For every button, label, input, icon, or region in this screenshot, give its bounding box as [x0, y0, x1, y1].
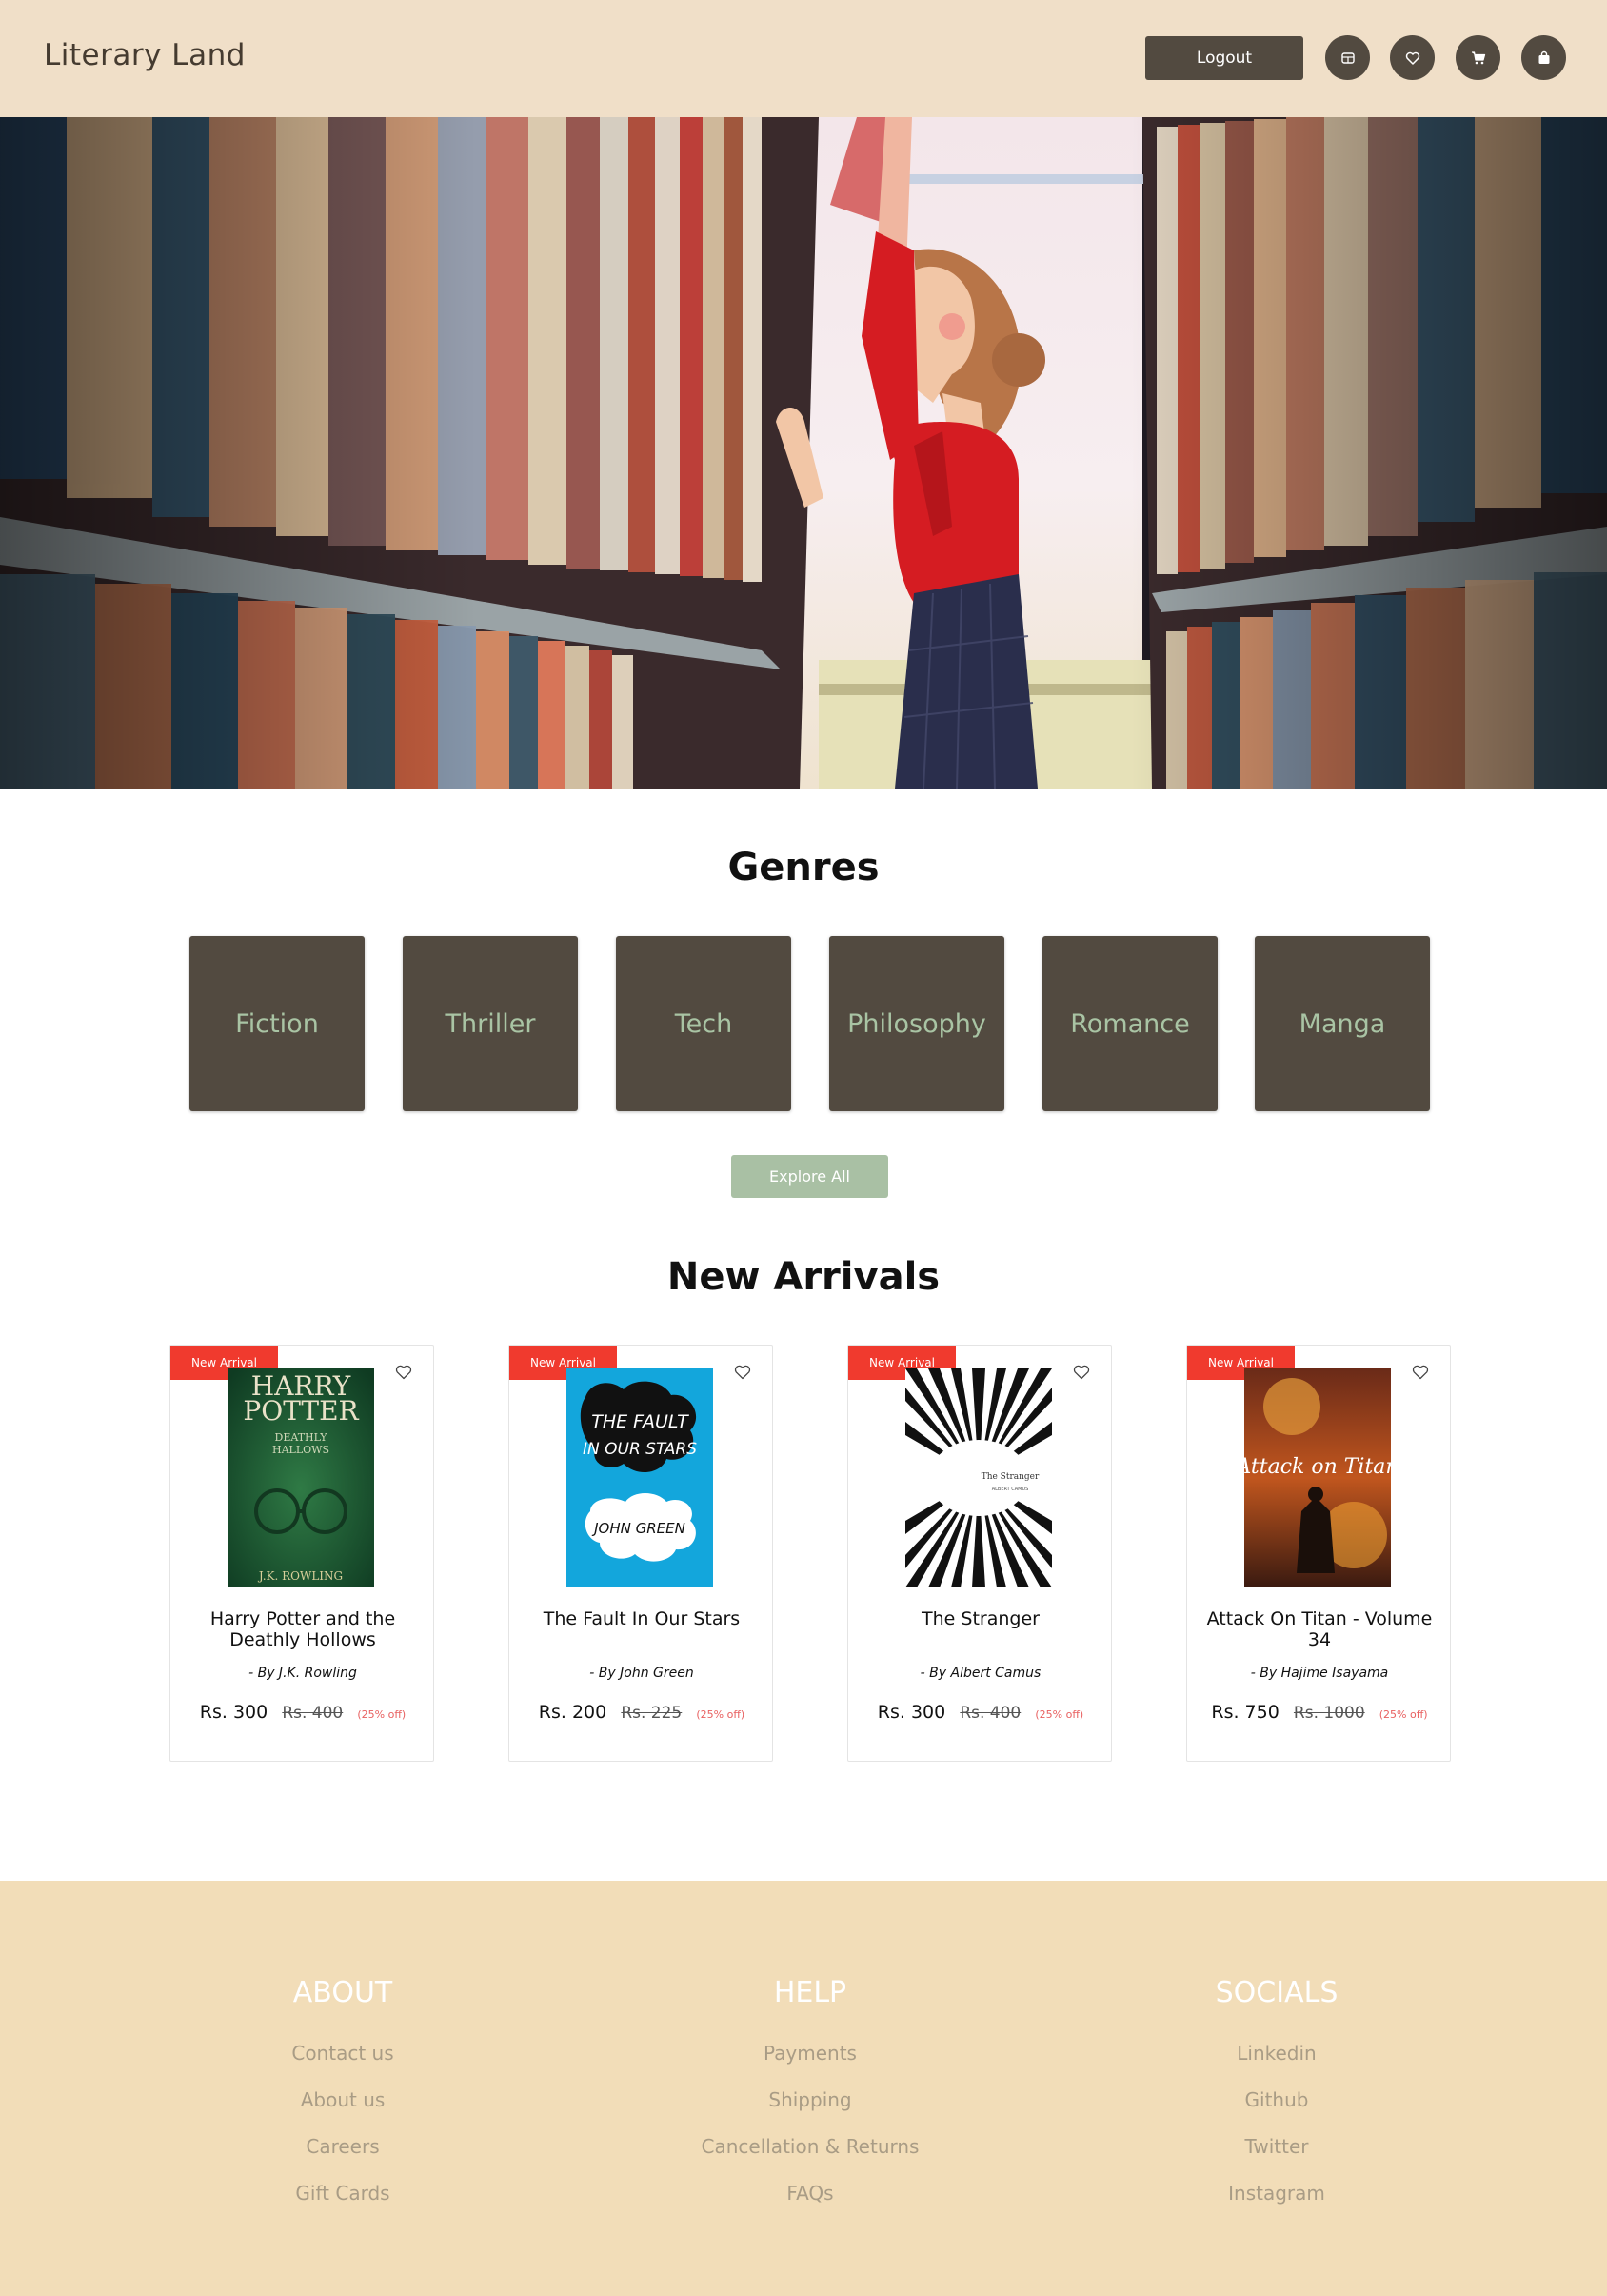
genres-heading: Genres	[727, 846, 880, 889]
footer-column-about: ABOUT Contact us About us Careers Gift C…	[171, 1976, 514, 2217]
genre-card-philosophy[interactable]: Philosophy	[829, 936, 1004, 1111]
svg-text:POTTER: POTTER	[243, 1395, 359, 1427]
discount-label: (25% off)	[1035, 1708, 1084, 1721]
discount-label: (25% off)	[1379, 1708, 1428, 1721]
footer-link-contact-us[interactable]: Contact us	[171, 2030, 514, 2077]
book-cover-the-stranger[interactable]: The Stranger ALBERT CAMUS	[905, 1368, 1052, 1587]
footer-link-github[interactable]: Github	[1105, 2077, 1448, 2124]
price-row: Rs. 300 Rs. 400 (25% off)	[170, 1702, 435, 1723]
svg-text:The Stranger: The Stranger	[982, 1472, 1040, 1482]
site-logo[interactable]: Literary Land	[44, 38, 246, 72]
book-title[interactable]: The Stranger	[858, 1608, 1103, 1629]
discount-label: (25% off)	[357, 1708, 407, 1721]
price-row: Rs. 300 Rs. 400 (25% off)	[848, 1702, 1113, 1723]
svg-text:J.K. ROWLING: J.K. ROWLING	[257, 1569, 343, 1583]
sale-price: Rs. 300	[877, 1702, 946, 1723]
wishlist-button[interactable]	[1390, 35, 1435, 80]
footer-heading: HELP	[773, 1976, 847, 2009]
genre-card-manga[interactable]: Manga	[1255, 936, 1430, 1111]
genre-card-thriller[interactable]: Thriller	[403, 936, 578, 1111]
book-card-fault-in-our-stars[interactable]: New Arrival THE FAULT IN OUR STARS JOHN …	[508, 1345, 773, 1762]
original-price: Rs. 400	[282, 1704, 344, 1723]
sale-price: Rs. 200	[538, 1702, 607, 1723]
genre-card-romance[interactable]: Romance	[1042, 936, 1218, 1111]
original-price: Rs. 1000	[1293, 1704, 1365, 1723]
site-header: Literary Land Logout	[0, 0, 1607, 117]
book-title[interactable]: Harry Potter and the Deathly Hollows	[180, 1608, 426, 1650]
book-card-attack-on-titan[interactable]: New Arrival Attack on Titan Attack On Ti…	[1186, 1345, 1451, 1762]
book-author: - By Hajime Isayama	[1250, 1666, 1389, 1681]
original-price: Rs. 400	[960, 1704, 1022, 1723]
genre-card-fiction[interactable]: Fiction	[189, 936, 365, 1111]
sale-price: Rs. 300	[199, 1702, 268, 1723]
book-author: - By J.K. Rowling	[248, 1666, 357, 1681]
footer-link-cancellation-returns[interactable]: Cancellation & Returns	[639, 2124, 982, 2170]
svg-text:DEATHLY: DEATHLY	[275, 1431, 328, 1444]
book-cover-harry-potter[interactable]: HARRY POTTER DEATHLY HALLOWS J.K. ROWLIN…	[228, 1368, 374, 1587]
hero-illustration	[0, 117, 1607, 789]
footer-link-about-us[interactable]: About us	[171, 2077, 514, 2124]
footer-link-shipping[interactable]: Shipping	[639, 2077, 982, 2124]
book-title[interactable]: The Fault In Our Stars	[519, 1608, 764, 1629]
svg-text:HALLOWS: HALLOWS	[272, 1444, 329, 1456]
heart-icon[interactable]	[734, 1365, 751, 1380]
svg-text:IN OUR STARS: IN OUR STARS	[583, 1440, 697, 1459]
footer-link-linkedin[interactable]: Linkedin	[1105, 2030, 1448, 2077]
svg-text:Attack on Titan: Attack on Titan	[1244, 1455, 1391, 1479]
cart-icon	[1471, 50, 1485, 64]
footer-link-twitter[interactable]: Twitter	[1105, 2124, 1448, 2170]
book-card-harry-potter[interactable]: New Arrival HARRY POTTER DEATHLY HALLOWS…	[169, 1345, 434, 1762]
svg-text:ALBERT CAMUS: ALBERT CAMUS	[992, 1487, 1029, 1492]
book-cover-attack-on-titan[interactable]: Attack on Titan	[1244, 1368, 1391, 1587]
svg-text:THE FAULT: THE FAULT	[591, 1411, 689, 1432]
heart-icon	[1405, 51, 1419, 65]
new-arrivals-heading: New Arrivals	[666, 1255, 941, 1299]
heart-icon[interactable]	[395, 1365, 412, 1380]
site-footer: ABOUT Contact us About us Careers Gift C…	[0, 1881, 1607, 2296]
book-card-the-stranger[interactable]: New Arrival The Stranger ALBERT CAMUS Th…	[847, 1345, 1112, 1762]
footer-heading: ABOUT	[292, 1976, 393, 2009]
library-icon	[1340, 51, 1355, 64]
genre-card-tech[interactable]: Tech	[616, 936, 791, 1111]
book-author: - By Albert Camus	[920, 1666, 1042, 1681]
footer-column-socials: SOCIALS Linkedin Github Twitter Instagra…	[1105, 1976, 1448, 2217]
footer-column-help: HELP Payments Shipping Cancellation & Re…	[639, 1976, 982, 2217]
original-price: Rs. 225	[621, 1704, 683, 1723]
hero-banner	[0, 117, 1607, 789]
book-cover-fault-in-our-stars[interactable]: THE FAULT IN OUR STARS JOHN GREEN	[566, 1368, 713, 1587]
footer-link-payments[interactable]: Payments	[639, 2030, 982, 2077]
footer-link-faqs[interactable]: FAQs	[639, 2170, 982, 2217]
book-author: - By John Green	[589, 1666, 694, 1681]
discount-label: (25% off)	[696, 1708, 745, 1721]
footer-heading: SOCIALS	[1215, 1976, 1339, 2009]
orders-button[interactable]	[1521, 35, 1566, 80]
cart-button[interactable]	[1456, 35, 1500, 80]
price-row: Rs. 750 Rs. 1000 (25% off)	[1187, 1702, 1452, 1723]
book-title[interactable]: Attack On Titan - Volume 34	[1197, 1608, 1442, 1650]
explore-all-button[interactable]: Explore All	[731, 1155, 888, 1198]
heart-icon[interactable]	[1412, 1365, 1429, 1380]
svg-text:JOHN GREEN: JOHN GREEN	[591, 1520, 685, 1537]
footer-link-careers[interactable]: Careers	[171, 2124, 514, 2170]
bag-icon	[1538, 50, 1549, 64]
sale-price: Rs. 750	[1211, 1702, 1280, 1723]
logout-button[interactable]: Logout	[1145, 36, 1303, 80]
heart-icon[interactable]	[1073, 1365, 1090, 1380]
footer-link-gift-cards[interactable]: Gift Cards	[171, 2170, 514, 2217]
library-button[interactable]	[1325, 35, 1370, 80]
footer-link-instagram[interactable]: Instagram	[1105, 2170, 1448, 2217]
price-row: Rs. 200 Rs. 225 (25% off)	[509, 1702, 774, 1723]
